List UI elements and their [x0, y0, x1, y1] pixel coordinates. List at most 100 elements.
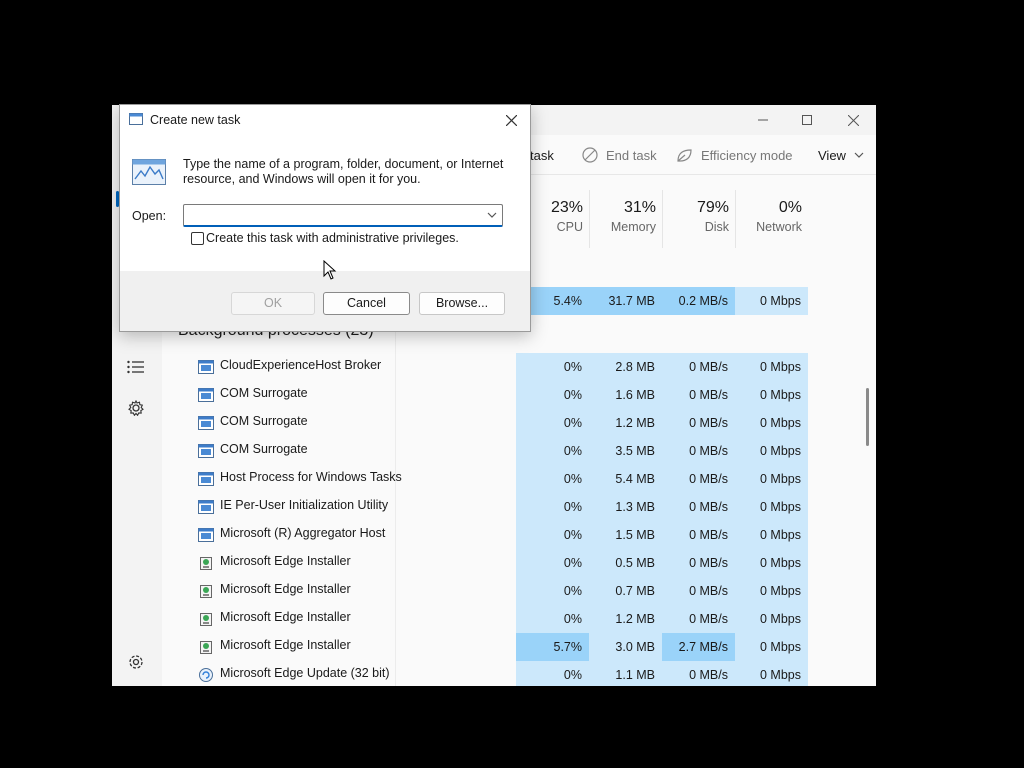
table-row[interactable]: Microsoft Edge Installer 0% 0.5 MB 0 MB/s 0 …: [162, 549, 858, 577]
cancel-button[interactable]: Cancel: [323, 292, 410, 315]
app-window-icon: [198, 388, 214, 402]
installer-icon: [200, 613, 212, 626]
process-cpu-cell: 0%: [516, 381, 589, 409]
run-new-task-button[interactable]: task: [530, 135, 554, 175]
dialog-footer: OK Cancel Browse...: [120, 271, 530, 331]
open-combobox[interactable]: [183, 204, 503, 227]
dialog-close-button[interactable]: [498, 107, 524, 133]
process-cpu-cell: 0%: [516, 577, 589, 605]
process-cpu-cell: 0%: [516, 353, 589, 381]
run-new-task-label: task: [530, 147, 554, 163]
memory-column-name: Memory: [610, 220, 656, 234]
dialog-titlebar: Create new task: [120, 105, 530, 135]
process-memory-cell: 1.2 MB: [589, 605, 662, 633]
app-window-icon: [198, 416, 214, 430]
process-network-cell: 0 Mbps: [735, 493, 808, 521]
dialog-body: Type the name of a program, folder, docu…: [120, 135, 530, 271]
process-memory-cell: 0.7 MB: [589, 577, 662, 605]
table-row[interactable]: COM Surrogate 0% 3.5 MB 0 MB/s 0 Mbps: [162, 437, 858, 465]
maximize-button[interactable]: [784, 105, 830, 135]
table-row[interactable]: COM Surrogate 0% 1.2 MB 0 MB/s 0 Mbps: [162, 409, 858, 437]
process-network-cell: 0 Mbps: [735, 521, 808, 549]
process-network-cell: 0 Mbps: [735, 549, 808, 577]
app-row-memory: 31.7 MB: [589, 287, 662, 315]
view-dropdown[interactable]: View: [818, 135, 872, 175]
end-task-label: End task: [606, 147, 657, 163]
services-icon: [128, 400, 144, 416]
process-name: Microsoft (R) Aggregator Host: [220, 526, 386, 540]
nav-settings[interactable]: [122, 648, 150, 676]
column-header-network[interactable]: 0% Network: [735, 190, 808, 248]
process-cpu-cell: 0%: [516, 493, 589, 521]
network-column-name: Network: [756, 220, 802, 234]
table-row[interactable]: Microsoft Edge Update (32 bit) 0% 1.1 MB 0 …: [162, 661, 858, 686]
process-name: COM Surrogate: [220, 414, 308, 428]
browse-button[interactable]: Browse...: [419, 292, 505, 315]
efficiency-mode-button[interactable]: Efficiency mode: [676, 135, 793, 175]
process-network-cell: 0 Mbps: [735, 661, 808, 686]
table-row[interactable]: Microsoft Edge Installer 5.7% 3.0 MB 2.7 MB…: [162, 633, 858, 661]
process-memory-cell: 3.5 MB: [589, 437, 662, 465]
process-name: Microsoft Edge Installer: [220, 554, 351, 568]
process-name: IE Per-User Initialization Utility: [220, 498, 389, 512]
process-cpu-cell: 0%: [516, 521, 589, 549]
process-disk-cell: 0 MB/s: [662, 661, 735, 686]
process-cpu-cell: 0%: [516, 409, 589, 437]
dialog-title: Create new task: [150, 113, 241, 127]
process-network-cell: 0 Mbps: [735, 437, 808, 465]
process-name: Host Process for Windows Tasks: [220, 470, 402, 484]
admin-privileges-label: Create this task with administrative pri…: [206, 231, 459, 245]
table-row[interactable]: COM Surrogate 0% 1.6 MB 0 MB/s 0 Mbps: [162, 381, 858, 409]
table-row[interactable]: IE Per-User Initialization Utility 0% 1.3 …: [162, 493, 858, 521]
end-task-button[interactable]: End task: [582, 135, 657, 175]
chevron-down-icon[interactable]: [486, 209, 498, 221]
table-row[interactable]: Microsoft Edge Installer 0% 0.7 MB 0 MB/s 0 …: [162, 577, 858, 605]
close-button[interactable]: [830, 105, 876, 135]
vertical-scrollbar[interactable]: [866, 388, 869, 446]
installer-icon: [200, 557, 212, 570]
process-cpu-cell: 5.7%: [516, 633, 589, 661]
table-row[interactable]: Microsoft Edge Installer 0% 1.2 MB 0 MB/s 0 …: [162, 605, 858, 633]
table-row[interactable]: CloudExperienceHost Broker 0% 2.8 MB 0 MB/s…: [162, 353, 858, 381]
process-cpu-cell: 0%: [516, 549, 589, 577]
column-header-memory[interactable]: 31% Memory: [589, 190, 662, 248]
disk-percent: 79%: [696, 199, 729, 216]
process-disk-cell: 0 MB/s: [662, 577, 735, 605]
open-label: Open:: [132, 209, 167, 223]
ok-button[interactable]: OK: [231, 292, 315, 315]
run-program-icon: [132, 159, 166, 185]
process-cpu-cell: 0%: [516, 661, 589, 686]
process-memory-cell: 1.3 MB: [589, 493, 662, 521]
process-disk-cell: 0 MB/s: [662, 409, 735, 437]
process-cpu-cell: 0%: [516, 605, 589, 633]
table-row[interactable]: Microsoft (R) Aggregator Host 0% 1.5 MB 0 M…: [162, 521, 858, 549]
process-memory-cell: 2.8 MB: [589, 353, 662, 381]
app-row-disk: 0.2 MB/s: [662, 287, 735, 315]
table-row[interactable]: Host Process for Windows Tasks 0% 5.4 MB 0 …: [162, 465, 858, 493]
installer-icon: [200, 641, 212, 654]
process-network-cell: 0 Mbps: [735, 409, 808, 437]
create-new-task-dialog: Create new task Type the name of a progr…: [119, 104, 531, 332]
process-network-cell: 0 Mbps: [735, 381, 808, 409]
process-network-cell: 0 Mbps: [735, 577, 808, 605]
nav-details[interactable]: [122, 353, 150, 381]
column-header-disk[interactable]: 79% Disk: [662, 190, 735, 248]
close-icon: [505, 114, 517, 126]
process-memory-cell: 1.2 MB: [589, 409, 662, 437]
process-memory-cell: 1.6 MB: [589, 381, 662, 409]
process-cpu-cell: 0%: [516, 465, 589, 493]
process-name: Microsoft Edge Installer: [220, 638, 351, 652]
admin-privileges-checkbox[interactable]: [191, 232, 204, 245]
close-icon: [847, 114, 859, 126]
process-disk-cell: 0 MB/s: [662, 493, 735, 521]
process-disk-cell: 0 MB/s: [662, 353, 735, 381]
process-name: Microsoft Edge Update (32 bit): [220, 666, 390, 680]
minimize-button[interactable]: [740, 105, 786, 135]
process-name: COM Surrogate: [220, 442, 308, 456]
process-name: Microsoft Edge Installer: [220, 610, 351, 624]
efficiency-mode-label: Efficiency mode: [701, 147, 793, 163]
app-window-icon: [198, 444, 214, 458]
open-input[interactable]: [188, 207, 478, 224]
process-cpu-cell: 0%: [516, 437, 589, 465]
nav-services[interactable]: [122, 394, 150, 422]
